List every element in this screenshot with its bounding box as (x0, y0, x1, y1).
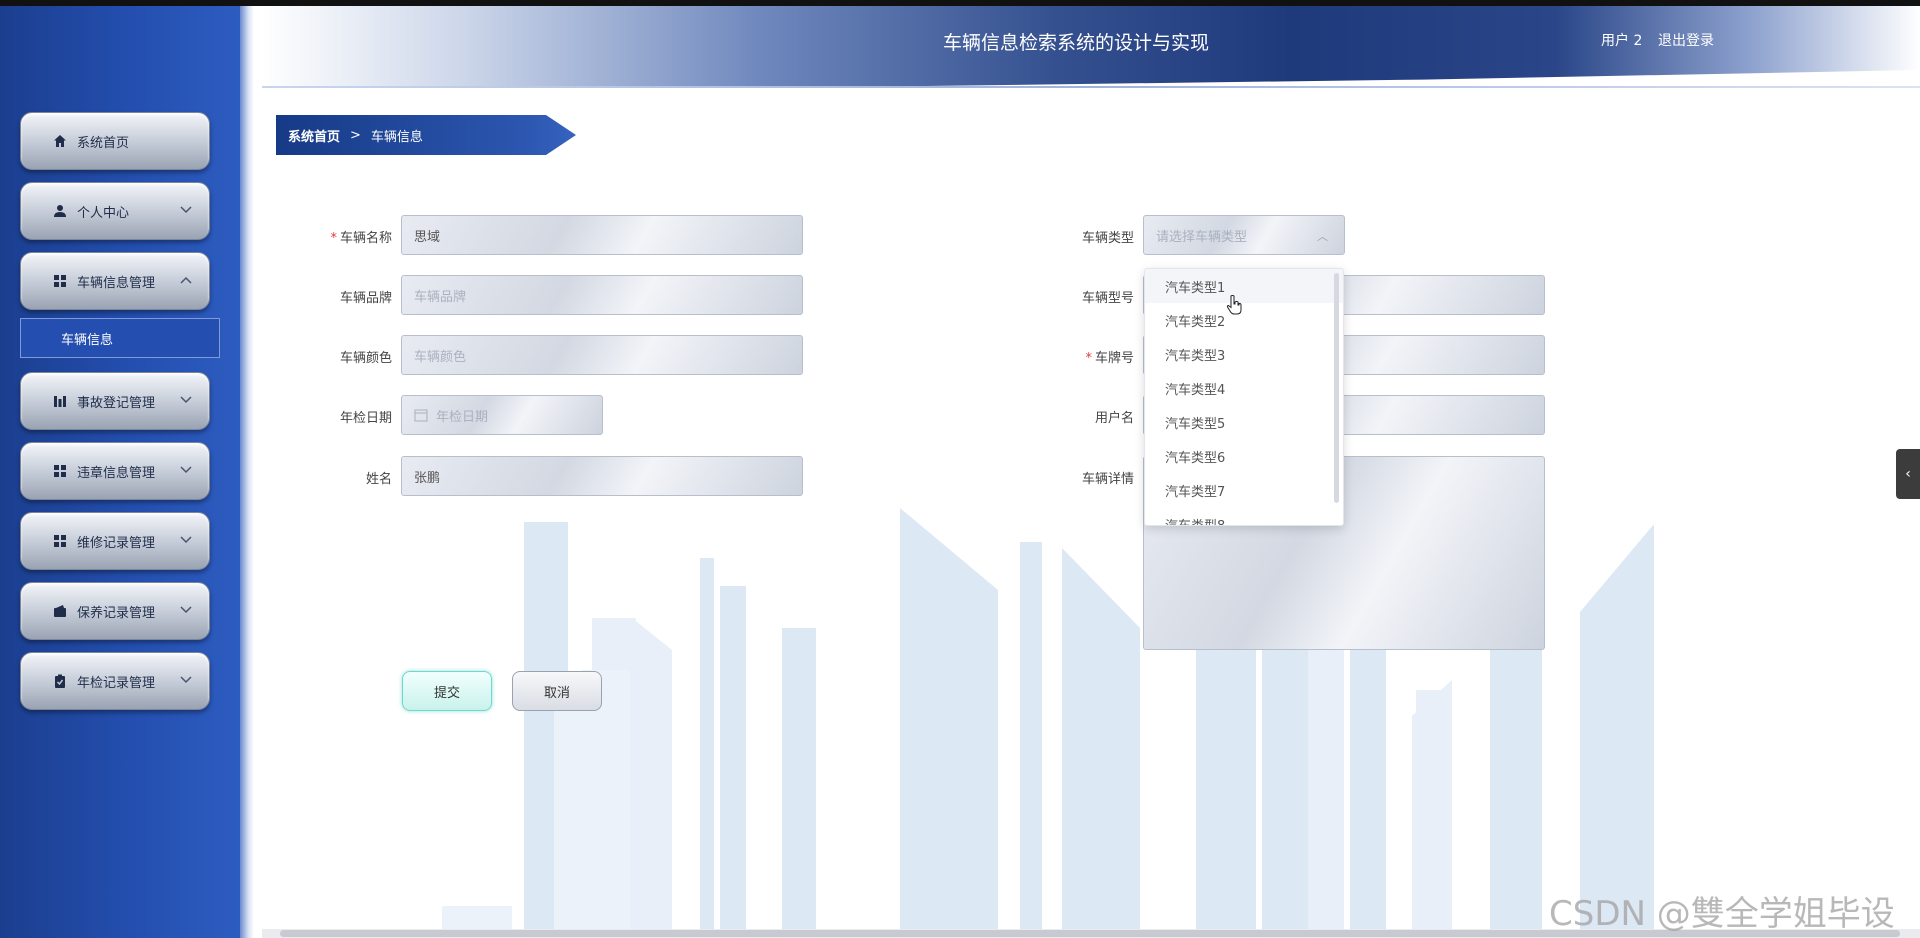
sidebar-item-label: 维修记录管理 (77, 535, 156, 551)
sidebar-item-accident[interactable]: 事故登记管理 (20, 372, 210, 430)
vehicle-brand-input[interactable]: 车辆品牌 (401, 275, 803, 315)
grid-icon (51, 462, 69, 480)
hand-cursor-icon (1226, 295, 1242, 315)
chevron-down-icon (179, 673, 193, 687)
sidebar-subitem-label: 车辆信息 (61, 332, 114, 348)
header-divider (262, 86, 1920, 88)
top-border (0, 0, 1920, 6)
required-mark: * (1085, 351, 1092, 366)
clipboard-icon (51, 672, 69, 690)
vehicle-model-label: 车辆型号 (1081, 291, 1134, 306)
dropdown-option[interactable]: 汽车类型8 (1145, 507, 1343, 526)
sidebar-item-label: 年检记录管理 (77, 675, 156, 691)
calendar-icon (414, 408, 428, 422)
owner-name-label: 姓名 (365, 472, 392, 487)
breadcrumb-current: 车辆信息 (370, 129, 423, 145)
collapse-panel-tab[interactable]: ‹ (1896, 449, 1920, 499)
vehicle-type-label: 车辆类型 (1081, 231, 1134, 246)
vehicle-name-label: * 车辆名称 (330, 231, 392, 246)
sidebar-item-repair[interactable]: 维修记录管理 (20, 512, 210, 570)
user-name[interactable]: 用户 2 (1601, 30, 1642, 50)
watermark: CSDN @雙全学姐毕设 (1549, 894, 1895, 934)
sidebar-item-label: 违章信息管理 (77, 465, 156, 481)
home-icon (51, 132, 69, 150)
logout-link[interactable]: 退出登录 (1658, 30, 1714, 50)
owner-name-input[interactable]: 张鹏 (401, 456, 803, 496)
wallet-icon (51, 602, 69, 620)
inspection-date-label: 年检日期 (339, 411, 392, 426)
sidebar-item-label: 保养记录管理 (77, 605, 156, 621)
chevron-up-icon (179, 273, 193, 287)
sidebar-item-vehicle-info[interactable]: 车辆信息管理 (20, 252, 210, 310)
vehicle-type-dropdown: 汽车类型1 汽车类型2 汽车类型3 汽车类型4 汽车类型5 汽车类型6 汽车类型… (1144, 268, 1344, 526)
dropdown-option[interactable]: 汽车类型5 (1145, 405, 1343, 439)
vehicle-details-label: 车辆详情 (1081, 472, 1134, 487)
cancel-button[interactable]: 取消 (512, 671, 602, 711)
plate-number-label: * 车牌号 (1085, 351, 1134, 366)
dropdown-option[interactable]: 汽车类型7 (1145, 473, 1343, 507)
dropdown-option[interactable]: 汽车类型3 (1145, 337, 1343, 371)
sidebar-item-label: 个人中心 (77, 205, 130, 221)
sidebar-item-inspection[interactable]: 年检记录管理 (20, 652, 210, 710)
username-label: 用户名 (1094, 411, 1134, 426)
sidebar-item-label: 事故登记管理 (77, 395, 156, 411)
submit-button[interactable]: 提交 (402, 671, 492, 711)
vehicle-color-input[interactable]: 车辆颜色 (401, 335, 803, 375)
breadcrumb-separator: > (350, 127, 361, 143)
chevron-down-icon (179, 533, 193, 547)
sidebar-edge (240, 6, 254, 938)
page-title: 车辆信息检索系统的设计与实现 (943, 32, 1210, 54)
grid-icon (51, 532, 69, 550)
dropdown-scrollbar[interactable] (1334, 273, 1339, 503)
chevron-down-icon (179, 203, 193, 217)
chevron-down-icon (179, 603, 193, 617)
dropdown-option[interactable]: 汽车类型6 (1145, 439, 1343, 473)
sidebar-menu: 系统首页 个人中心 车辆信息管理 车辆信息 事故登记管理 违章信息管理 维修记录… (20, 112, 220, 722)
dropdown-option[interactable]: 汽车类型2 (1145, 303, 1343, 337)
sidebar-item-violation[interactable]: 违章信息管理 (20, 442, 210, 500)
breadcrumb-home[interactable]: 系统首页 (288, 126, 340, 145)
vehicle-name-input[interactable]: 思域 (401, 215, 803, 255)
grid-icon (51, 272, 69, 290)
vehicle-type-select[interactable]: 请选择车辆类型 ︿ (1143, 215, 1345, 255)
breadcrumb: 系统首页 > 车辆信息 (276, 115, 576, 155)
required-mark: * (330, 231, 337, 246)
sidebar-item-label: 系统首页 (77, 135, 130, 151)
dropdown-option[interactable]: 汽车类型4 (1145, 371, 1343, 405)
chart-icon (51, 392, 69, 410)
chevron-up-icon: ︿ (1317, 230, 1328, 243)
vehicle-color-label: 车辆颜色 (339, 351, 392, 366)
sidebar-item-label: 车辆信息管理 (77, 275, 156, 291)
sidebar-item-maintenance[interactable]: 保养记录管理 (20, 582, 210, 640)
chevron-down-icon (179, 393, 193, 407)
vehicle-brand-label: 车辆品牌 (339, 291, 392, 306)
sidebar-item-home[interactable]: 系统首页 (20, 112, 210, 170)
city-background-illustration (442, 508, 1654, 930)
user-icon (51, 202, 69, 220)
inspection-date-picker[interactable]: 年检日期 (401, 395, 603, 435)
sidebar-item-personal[interactable]: 个人中心 (20, 182, 210, 240)
sidebar-subitem-vehicle-info[interactable]: 车辆信息 (20, 318, 220, 358)
dropdown-option[interactable]: 汽车类型1 (1145, 269, 1343, 303)
chevron-down-icon (179, 463, 193, 477)
